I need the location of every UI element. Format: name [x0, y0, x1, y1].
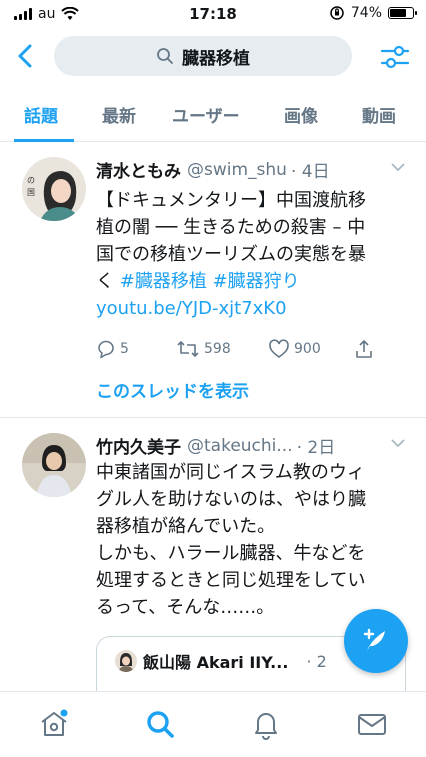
home-icon: [41, 709, 68, 736]
tweet-card[interactable]: の 国 清水ともみ @swim_shu · 4日 【ドキュメンタリー】中国渡航移…: [0, 143, 426, 418]
quote-avatar: [115, 650, 137, 672]
compose-feather-icon: [363, 628, 385, 651]
hashtag-link[interactable]: #臓器狩り: [213, 271, 300, 292]
avatar[interactable]: の 国: [22, 157, 86, 221]
search-query: 臓器移植: [182, 48, 250, 69]
share-button[interactable]: [354, 339, 374, 359]
reply-count: 5: [120, 341, 129, 357]
active-tab-indicator: [14, 139, 74, 142]
share-icon: [356, 340, 372, 358]
tweet-text-line: 国での移植ツーリズムの実態を暴: [96, 244, 366, 265]
status-right: 74%: [329, 5, 417, 21]
tweet-text-line: グル人を助けないのは、やはり臓: [96, 489, 366, 510]
tweet-text: 【ドキュメンタリー】中国渡航移 植の闇 ── 生きるための殺害 – 中 国での移…: [96, 187, 410, 322]
tweet-header: 竹内久美子 @takeuchi... · 2日: [96, 433, 408, 458]
tweet-actions: 5 598 900: [96, 339, 386, 359]
tab-users[interactable]: ユーザー: [172, 102, 240, 127]
tweet-time: · 2日: [296, 438, 336, 458]
filter-sliders-button[interactable]: [380, 42, 410, 72]
avatar[interactable]: [22, 433, 86, 497]
tweet-text-line: 器移植が絡んでいた。: [96, 516, 276, 537]
chevron-down-icon[interactable]: [390, 161, 406, 173]
reply-button[interactable]: 5: [96, 339, 176, 359]
tweet-time: · 4日: [290, 162, 330, 182]
display-name[interactable]: 清水ともみ: [96, 157, 181, 182]
nav-messages[interactable]: [356, 708, 388, 740]
orientation-lock-icon: [330, 6, 344, 20]
quoted-tweet-header: 飯山陽 Akari IIY... · 2: [115, 649, 327, 673]
tweet-text-line: しかも、ハラール臓器、牛などを: [96, 543, 366, 564]
tweet-text-line: く: [96, 271, 120, 292]
tab-images[interactable]: 画像: [284, 102, 318, 127]
user-handle[interactable]: @takeuchi...: [187, 436, 293, 456]
tweet-text-line: 処理するときと同じ処理をしてい: [96, 570, 366, 591]
display-name[interactable]: 竹内久美子: [96, 433, 181, 458]
svg-text:国: 国: [27, 188, 35, 197]
show-thread-link[interactable]: このスレッドを表示: [96, 377, 249, 402]
search-input[interactable]: 臓器移植: [54, 36, 352, 76]
battery-percent: 74%: [350, 5, 382, 21]
like-button[interactable]: 900: [268, 339, 354, 359]
nav-notifications[interactable]: [250, 708, 282, 740]
mail-icon: [358, 714, 386, 735]
tab-latest[interactable]: 最新: [102, 102, 136, 127]
quoted-display-name: 飯山陽 Akari IIY...: [143, 653, 289, 672]
search-header: 臓器移植: [0, 30, 426, 82]
status-bar: au 17:18 74%: [0, 0, 426, 28]
reply-icon: [98, 340, 114, 359]
tab-videos[interactable]: 動画: [362, 102, 396, 127]
chevron-down-icon[interactable]: [390, 437, 406, 449]
tweet-text-line: 【ドキュメンタリー】中国渡航移: [96, 190, 366, 211]
search-tabs: 話題 最新 ユーザー 画像 動画: [0, 92, 426, 142]
youtube-link[interactable]: youtu.be/YJD-xjt7xK0: [96, 295, 410, 322]
hashtag-link[interactable]: #臓器移植: [120, 271, 207, 292]
nav-home[interactable]: [38, 708, 70, 740]
tweet-text: 中東諸国が同じイスラム教のウィ グル人を助けないのは、やはり臓 器移植が絡んでい…: [96, 459, 410, 621]
compose-tweet-button[interactable]: [344, 609, 408, 673]
search-icon: [147, 711, 174, 738]
retweet-button[interactable]: 598: [176, 339, 268, 359]
retweet-icon: [177, 341, 199, 357]
user-handle[interactable]: @swim_shu: [187, 160, 287, 180]
svg-text:の: の: [27, 176, 35, 185]
quoted-tweet-time: · 2: [306, 651, 327, 671]
battery-icon: [388, 7, 417, 19]
tweet-text-line: 中東諸国が同じイスラム教のウィ: [96, 462, 365, 483]
search-icon: [157, 48, 173, 64]
tweet-header: 清水ともみ @swim_shu · 4日: [96, 157, 408, 182]
nav-search[interactable]: [144, 708, 176, 740]
like-count: 900: [294, 341, 321, 357]
tab-top[interactable]: 話題: [24, 102, 58, 127]
back-button[interactable]: [12, 42, 40, 70]
bell-icon: [255, 713, 277, 740]
bottom-tab-bar: [0, 691, 426, 757]
tweet-text-line: 植の闇 ── 生きるための殺害 – 中: [96, 217, 366, 238]
retweet-count: 598: [204, 341, 231, 357]
heart-icon: [269, 339, 289, 358]
